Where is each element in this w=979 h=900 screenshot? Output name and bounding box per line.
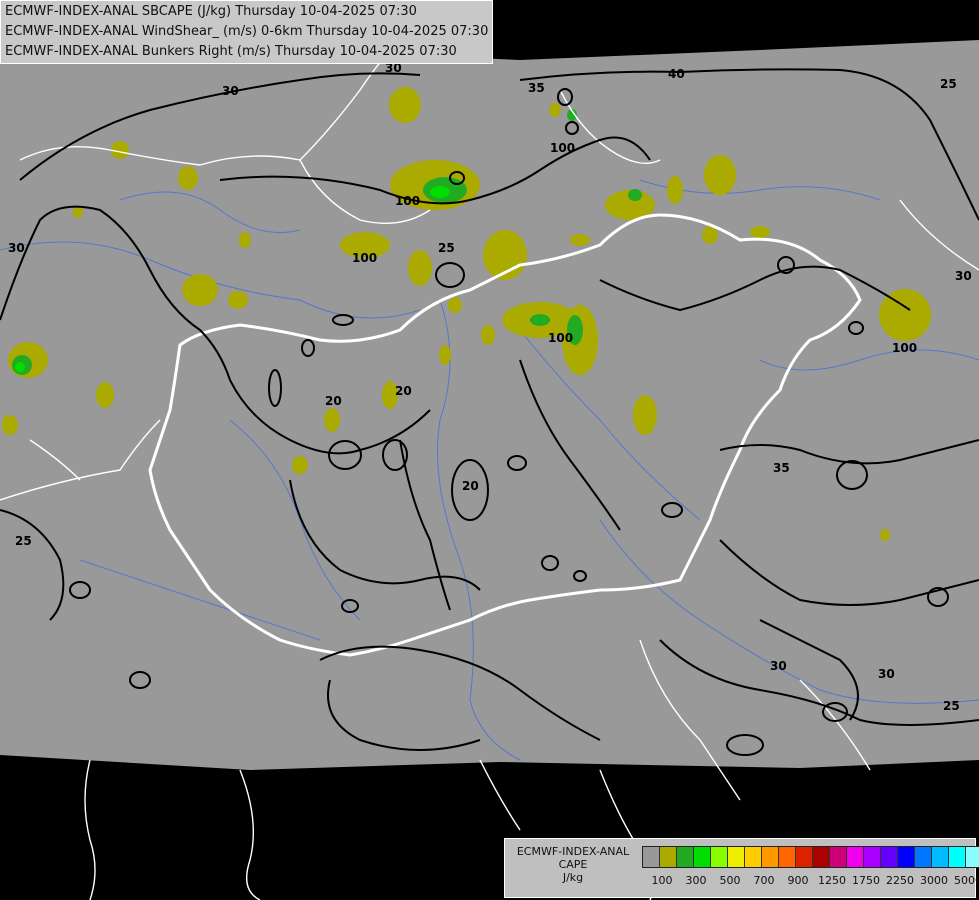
cape-legend: ECMWF-INDEX-ANAL CAPE J/kg 100 300 500 700 9… [504,838,979,898]
legend-tick: 100 [651,874,673,887]
legend-swatch [881,847,898,867]
contour-label: 30 [955,269,972,283]
contour-label: 100 [550,141,575,155]
contour-label: 30 [770,659,787,673]
contour-label: 40 [668,67,685,81]
legend-swatch [694,847,711,867]
title-line-sbcape: ECMWF-INDEX-ANAL SBCAPE (J/kg) Thursday … [5,4,417,19]
legend-swatch [813,847,830,867]
legend-swatch [762,847,779,867]
legend-swatch [677,847,694,867]
contour-label: 20 [325,394,342,408]
contour-label: 30 [222,84,239,98]
legend-tick-labels: 100 300 500 700 900 1250 1750 2250 3000 5000 [635,874,979,888]
contour-label: 25 [438,241,455,255]
contour-label: 100 [352,251,377,265]
forecast-domain [0,40,979,770]
legend-swatch [864,847,881,867]
contour-label: 100 [395,194,420,208]
contour-label: 25 [15,534,32,548]
legend-swatch [643,847,660,867]
legend-swatch [932,847,949,867]
legend-tick: 3000 [920,874,948,887]
legend-swatch [745,847,762,867]
legend-tick: 5000 [954,874,979,887]
legend-tick: 1250 [818,874,846,887]
legend-title-unit: J/kg [562,871,584,884]
legend-tick: 300 [685,874,707,887]
contour-label: 100 [892,341,917,355]
legend-swatch [796,847,813,867]
contour-label: 20 [395,384,412,398]
legend-tick: 700 [753,874,775,887]
legend-title-variable: CAPE [558,858,588,871]
legend-tick: 500 [719,874,741,887]
legend-swatch [915,847,932,867]
contour-label: 25 [940,77,957,91]
title-line-bunkers: ECMWF-INDEX-ANAL Bunkers Right (m/s) Thu… [5,44,457,59]
legend-swatch [660,847,677,867]
contour-label: 30 [8,241,25,255]
title-line-windshear: ECMWF-INDEX-ANAL WindShear_ (m/s) 0-6km … [5,24,489,39]
contour-label: 100 [548,331,573,345]
legend-swatch [830,847,847,867]
weather-map: 30 30 35 40 25 100 100 100 25 30 25 20 2… [0,39,979,900]
legend-title-model: ECMWF-INDEX-ANAL [516,845,630,858]
map-title-block: ECMWF-INDEX-ANAL SBCAPE (J/kg) Thursday … [0,0,494,64]
map-view: 30 30 35 40 25 100 100 100 25 30 25 20 2… [0,0,979,900]
legend-title: ECMWF-INDEX-ANAL CAPE J/kg [507,845,639,884]
contour-label: 20 [462,479,479,493]
contour-label: 25 [943,699,960,713]
legend-color-scale [642,846,979,868]
legend-swatch [847,847,864,867]
legend-swatch [949,847,966,867]
legend-swatch [728,847,745,867]
legend-tick: 1750 [852,874,880,887]
contour-label: 35 [773,461,790,475]
legend-swatch [711,847,728,867]
contour-label: 30 [878,667,895,681]
legend-swatch [898,847,915,867]
legend-tick: 2250 [886,874,914,887]
contour-label: 35 [528,81,545,95]
legend-swatch [779,847,796,867]
legend-swatch [966,847,979,867]
legend-tick: 900 [787,874,809,887]
